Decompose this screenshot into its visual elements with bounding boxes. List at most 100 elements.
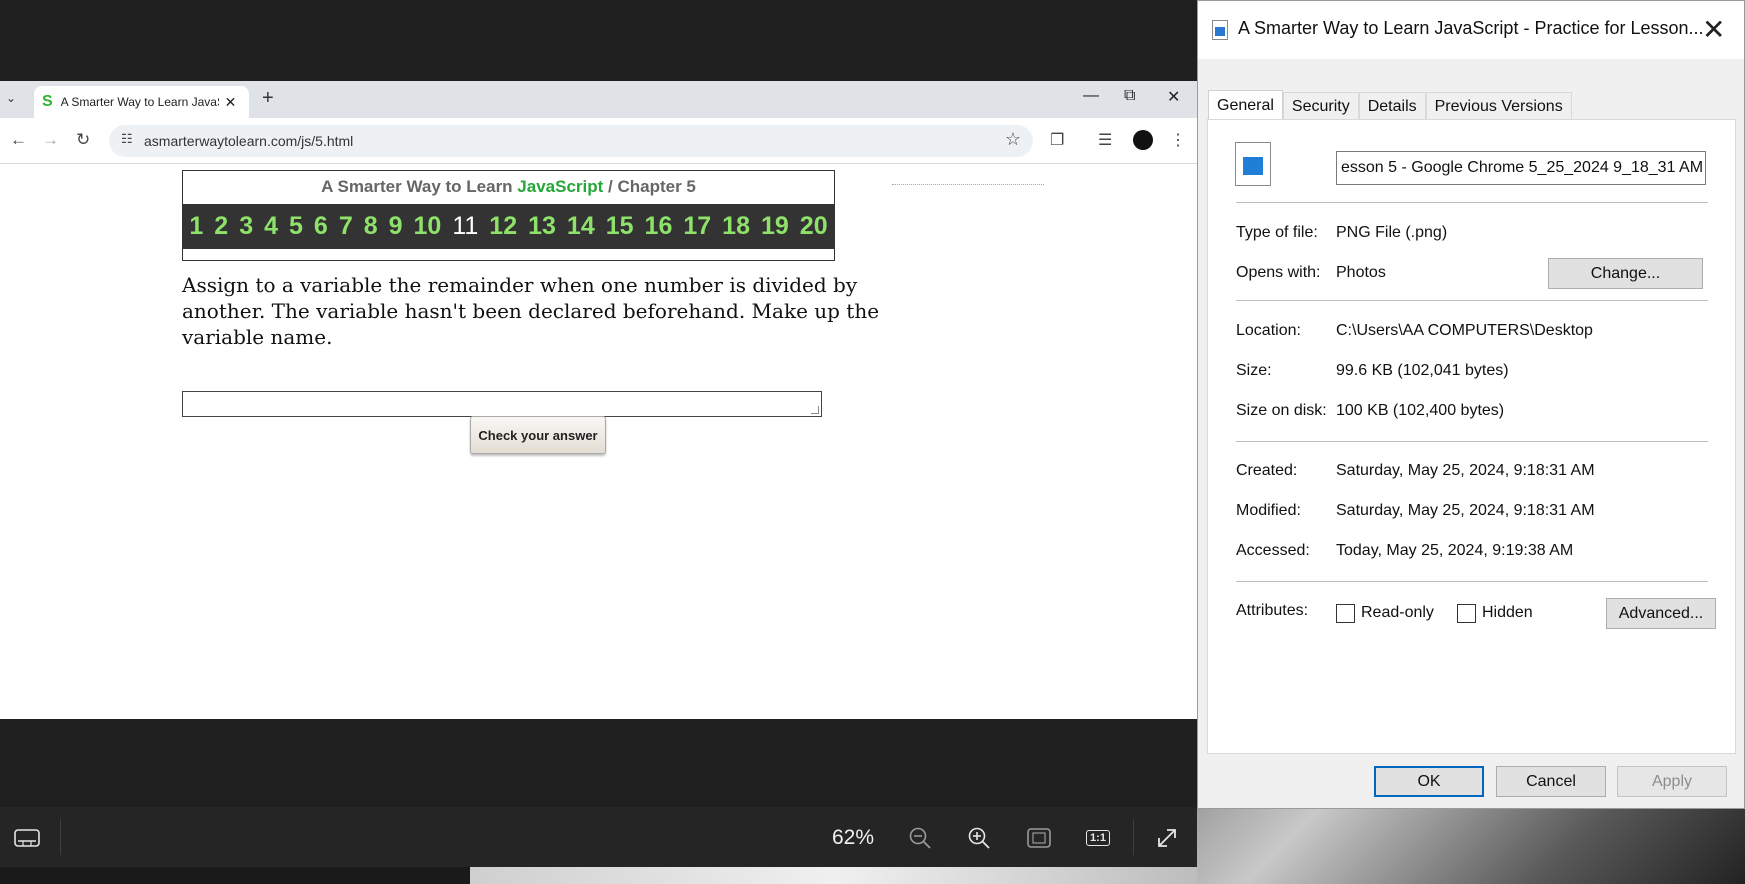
tab-previous-versions[interactable]: Previous Versions: [1425, 92, 1572, 120]
exercise-link[interactable]: 15: [606, 212, 634, 241]
attributes-label: Attributes:: [1236, 602, 1309, 619]
exercise-nav: 1 2 3 4 5 6 7 8 9 10 11 12 13 14 15 16 17 18 19 20: [183, 204, 834, 249]
image-edge: [470, 867, 1197, 884]
size-on-disk-label: Size on disk:: [1236, 402, 1327, 419]
exercise-link[interactable]: 6: [314, 212, 328, 241]
exercise-link[interactable]: 2: [214, 212, 228, 241]
close-icon[interactable]: ✕: [1702, 13, 1725, 46]
viewer-top-area: [0, 0, 1197, 81]
exercise-link[interactable]: 3: [239, 212, 253, 241]
page-content: A Smarter Way to Learn JavaScript / Chap…: [0, 164, 1197, 719]
avatar[interactable]: [1133, 130, 1153, 150]
zoom-out-icon[interactable]: [905, 821, 935, 855]
created-value: Saturday, May 25, 2024, 9:18:31 AM: [1336, 462, 1595, 479]
opens-label: Opens with:: [1236, 264, 1321, 281]
browser-window: ⌄ S A Smarter Way to Learn JavaScript ✕ …: [0, 81, 1197, 719]
exercise-link[interactable]: 14: [567, 212, 595, 241]
restore-icon[interactable]: ⧉: [1124, 87, 1135, 105]
divider: [892, 184, 1044, 185]
actual-size-icon[interactable]: 1:1: [1083, 821, 1113, 855]
forward-icon[interactable]: →: [42, 130, 59, 150]
toolbar-separator: [60, 819, 61, 855]
zoom-in-icon[interactable]: [964, 821, 994, 855]
apply-button[interactable]: Apply: [1617, 766, 1727, 797]
bookmark-star-icon[interactable]: ☆: [1005, 129, 1021, 150]
type-value: PNG File (.png): [1336, 224, 1448, 241]
filename-field[interactable]: esson 5 - Google Chrome 5_25_2024 9_18_3…: [1336, 151, 1706, 185]
menu-icon[interactable]: ⋮: [1170, 130, 1186, 150]
exercise-link[interactable]: 18: [722, 212, 750, 241]
new-tab-icon[interactable]: +: [262, 87, 274, 110]
exercise-link[interactable]: 19: [761, 212, 789, 241]
back-icon[interactable]: ←: [10, 130, 27, 150]
exercise-link[interactable]: 9: [389, 212, 403, 241]
site-favicon: S: [42, 93, 53, 110]
change-button[interactable]: Change...: [1548, 258, 1703, 289]
divider: [1236, 202, 1708, 203]
location-value: C:\Users\AA COMPUTERS\Desktop: [1336, 322, 1593, 339]
exercise-link[interactable]: 12: [489, 212, 517, 241]
title-prefix: A Smarter Way to Learn: [321, 177, 518, 196]
toolbar-separator: [1133, 819, 1134, 855]
cancel-button[interactable]: Cancel: [1496, 766, 1606, 797]
exercise-link[interactable]: 10: [414, 212, 442, 241]
fullscreen-icon[interactable]: [1152, 821, 1182, 855]
exercise-link[interactable]: 17: [683, 212, 711, 241]
readonly-checkbox[interactable]: [1336, 604, 1355, 623]
hidden-label: Hidden: [1482, 604, 1533, 621]
size-on-disk-value: 100 KB (102,400 bytes): [1336, 402, 1505, 419]
browser-tab[interactable]: S A Smarter Way to Learn JavaScript ✕: [34, 86, 249, 118]
size-label: Size:: [1236, 362, 1272, 379]
close-window-icon[interactable]: ✕: [1167, 87, 1180, 107]
exercise-link[interactable]: 4: [264, 212, 278, 241]
exercise-link[interactable]: 7: [339, 212, 353, 241]
extensions-icon[interactable]: ❐: [1050, 130, 1064, 150]
tab-details[interactable]: Details: [1358, 92, 1426, 120]
viewer-bottom-area: [0, 719, 1197, 807]
ok-button[interactable]: OK: [1374, 766, 1484, 797]
exercise-link[interactable]: 11: [452, 212, 478, 241]
answer-input[interactable]: [182, 391, 822, 417]
toolbar: ← → ↻ ☷ asmarterwaytolearn.com/js/5.html…: [0, 118, 1197, 164]
close-tab-icon[interactable]: ✕: [225, 94, 237, 111]
check-answer-button[interactable]: Check your answer: [470, 416, 606, 454]
modified-label: Modified:: [1236, 502, 1301, 519]
reading-list-icon[interactable]: ☰: [1098, 130, 1112, 150]
exercise-link[interactable]: 5: [289, 212, 303, 241]
image-file-icon: [1235, 142, 1271, 186]
url-text: asmarterwaytolearn.com/js/5.html: [144, 133, 354, 149]
resize-grip[interactable]: [811, 406, 819, 414]
exercise-link[interactable]: 13: [528, 212, 556, 241]
readonly-label: Read-only: [1361, 604, 1434, 621]
exercise-link[interactable]: 16: [645, 212, 673, 241]
filmstrip-icon[interactable]: [12, 821, 42, 855]
tab-strip: ⌄ S A Smarter Way to Learn JavaScript ✕ …: [0, 81, 1197, 118]
type-label: Type of file:: [1236, 224, 1318, 241]
title-brand[interactable]: JavaScript: [517, 177, 603, 196]
location-label: Location:: [1236, 322, 1301, 339]
exercise-link[interactable]: 1: [189, 212, 203, 241]
address-bar[interactable]: ☷ asmarterwaytolearn.com/js/5.html ☆: [109, 125, 1033, 157]
reload-icon[interactable]: ↻: [76, 130, 90, 150]
site-info-icon[interactable]: ☷: [121, 131, 133, 147]
general-panel: esson 5 - Google Chrome 5_25_2024 9_18_3…: [1207, 119, 1736, 754]
lesson-header: A Smarter Way to Learn JavaScript / Chap…: [182, 170, 835, 261]
advanced-button[interactable]: Advanced...: [1606, 598, 1716, 629]
dialog-titlebar: A Smarter Way to Learn JavaScript - Prac…: [1198, 1, 1744, 59]
tab-security[interactable]: Security: [1282, 92, 1359, 120]
fit-to-window-icon[interactable]: [1024, 821, 1054, 855]
tab-general[interactable]: General: [1208, 90, 1283, 121]
tab-search-icon[interactable]: ⌄: [6, 91, 16, 105]
image-file-icon: [1212, 20, 1228, 40]
accessed-label: Accessed:: [1236, 542, 1310, 559]
accessed-value: Today, May 25, 2024, 9:19:38 AM: [1336, 542, 1574, 559]
title-chapter: / Chapter 5: [603, 177, 696, 196]
hidden-checkbox[interactable]: [1457, 604, 1476, 623]
properties-dialog: A Smarter Way to Learn JavaScript - Prac…: [1197, 0, 1745, 809]
divider: [1236, 300, 1708, 301]
tab-title: A Smarter Way to Learn JavaScript: [60, 95, 219, 109]
modified-value: Saturday, May 25, 2024, 9:18:31 AM: [1336, 502, 1595, 519]
minimize-icon[interactable]: —: [1083, 87, 1099, 105]
exercise-link[interactable]: 20: [800, 212, 828, 241]
exercise-link[interactable]: 8: [364, 212, 378, 241]
